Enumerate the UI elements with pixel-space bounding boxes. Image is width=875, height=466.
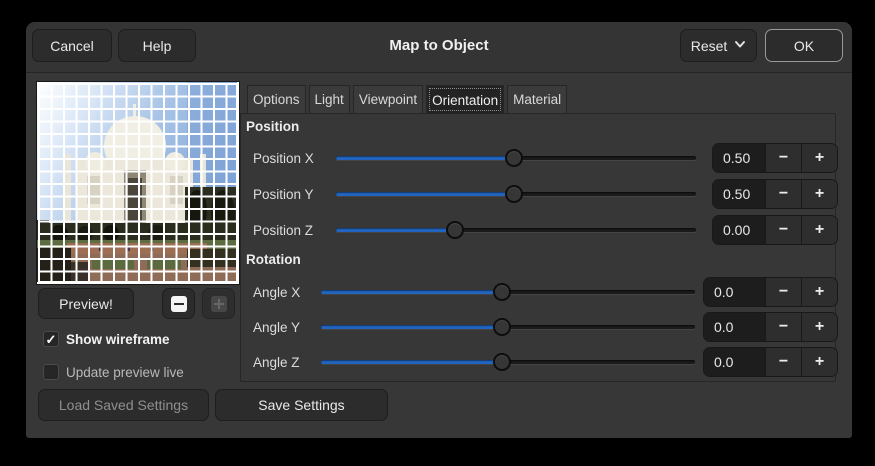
position-y-value[interactable]: 0.50: [713, 180, 765, 208]
position-x-value[interactable]: 0.50: [713, 144, 765, 172]
plus-button[interactable]: +: [801, 144, 837, 172]
position-x-slider[interactable]: [336, 147, 696, 169]
angle-x-value[interactable]: 0.0: [704, 278, 765, 306]
minus-button[interactable]: −: [765, 348, 801, 376]
check-icon: ✓: [45, 331, 57, 347]
plus-button[interactable]: +: [801, 348, 837, 376]
wireframe-grid-overlay: [38, 83, 238, 283]
position-z-value[interactable]: 0.00: [713, 216, 765, 244]
position-x-row: Position X 0.50 − +: [253, 143, 838, 173]
tab-orientation[interactable]: Orientation: [426, 85, 505, 114]
zoom-out-button[interactable]: [162, 288, 195, 319]
minus-button[interactable]: −: [765, 144, 801, 172]
minus-button[interactable]: −: [765, 313, 801, 341]
preview-area[interactable]: [36, 81, 240, 285]
position-y-row: Position Y 0.50 − +: [253, 179, 838, 209]
dialog-header: Cancel Help Map to Object Reset OK: [26, 22, 852, 73]
tab-viewpoint[interactable]: Viewpoint: [352, 85, 424, 113]
zoom-in-button: [202, 288, 235, 319]
show-wireframe-checkbox[interactable]: ✓: [43, 331, 59, 347]
angle-y-row: Angle Y 0.0 − +: [253, 312, 838, 342]
plus-button[interactable]: +: [801, 180, 837, 208]
reset-button-label: Reset: [690, 37, 728, 54]
position-y-slider[interactable]: [336, 183, 696, 205]
save-settings-button[interactable]: Save Settings: [215, 389, 388, 421]
plus-button[interactable]: +: [801, 216, 837, 244]
position-x-label: Position X: [253, 150, 314, 166]
angle-x-row: Angle X 0.0 − +: [253, 277, 838, 307]
angle-x-label: Angle X: [253, 284, 301, 300]
angle-y-label: Angle Y: [253, 319, 301, 335]
angle-y-value[interactable]: 0.0: [704, 313, 765, 341]
position-z-slider[interactable]: [336, 219, 696, 241]
position-heading: Position: [246, 119, 300, 134]
angle-y-spinbutton: 0.0 − +: [703, 312, 838, 342]
update-preview-checkbox[interactable]: ✓: [43, 364, 59, 380]
minus-button[interactable]: −: [765, 216, 801, 244]
show-wireframe-row[interactable]: ✓ Show wireframe: [43, 330, 170, 348]
position-y-spinbutton: 0.50 − +: [712, 179, 838, 209]
position-x-spinbutton: 0.50 − +: [712, 143, 838, 173]
angle-z-slider[interactable]: [321, 351, 695, 373]
position-z-spinbutton: 0.00 − +: [712, 215, 838, 245]
tab-light[interactable]: Light: [308, 85, 350, 113]
preview-button[interactable]: Preview!: [38, 288, 134, 319]
position-z-label: Position Z: [253, 222, 314, 238]
ok-button[interactable]: OK: [765, 29, 843, 62]
angle-z-label: Angle Z: [253, 354, 300, 370]
angle-x-slider[interactable]: [321, 281, 695, 303]
position-z-row: Position Z 0.00 − +: [253, 215, 838, 245]
slider-thumb[interactable]: [493, 353, 512, 371]
position-y-label: Position Y: [253, 186, 314, 202]
slider-thumb[interactable]: [505, 185, 524, 203]
tab-material[interactable]: Material: [507, 85, 568, 113]
slider-thumb[interactable]: [445, 221, 464, 239]
plus-button[interactable]: +: [801, 313, 837, 341]
update-preview-row[interactable]: ✓ Update preview live: [43, 363, 184, 381]
show-wireframe-label: Show wireframe: [66, 331, 170, 347]
angle-z-spinbutton: 0.0 − +: [703, 347, 838, 377]
angle-x-spinbutton: 0.0 − +: [703, 277, 838, 307]
rotation-heading: Rotation: [246, 252, 301, 267]
slider-thumb[interactable]: [493, 283, 512, 301]
plus-button[interactable]: +: [801, 278, 837, 306]
angle-y-slider[interactable]: [321, 316, 695, 338]
chevron-down-icon: [734, 36, 746, 52]
reset-button[interactable]: Reset: [680, 29, 757, 62]
tab-options[interactable]: Options: [247, 85, 306, 113]
map-to-object-dialog: Cancel Help Map to Object Reset OK Previ…: [26, 22, 852, 438]
notebook-tabs: Options Light Viewpoint Orientation Mate…: [247, 85, 568, 114]
minus-button[interactable]: −: [765, 278, 801, 306]
slider-thumb[interactable]: [505, 149, 524, 167]
minus-button[interactable]: −: [765, 180, 801, 208]
update-preview-label: Update preview live: [66, 364, 184, 380]
load-saved-settings-button[interactable]: Load Saved Settings: [38, 389, 209, 421]
slider-thumb[interactable]: [493, 318, 512, 336]
angle-z-row: Angle Z 0.0 − +: [253, 347, 838, 377]
angle-z-value[interactable]: 0.0: [704, 348, 765, 376]
zoom-out-icon: [170, 295, 187, 312]
zoom-in-icon: [210, 295, 227, 312]
